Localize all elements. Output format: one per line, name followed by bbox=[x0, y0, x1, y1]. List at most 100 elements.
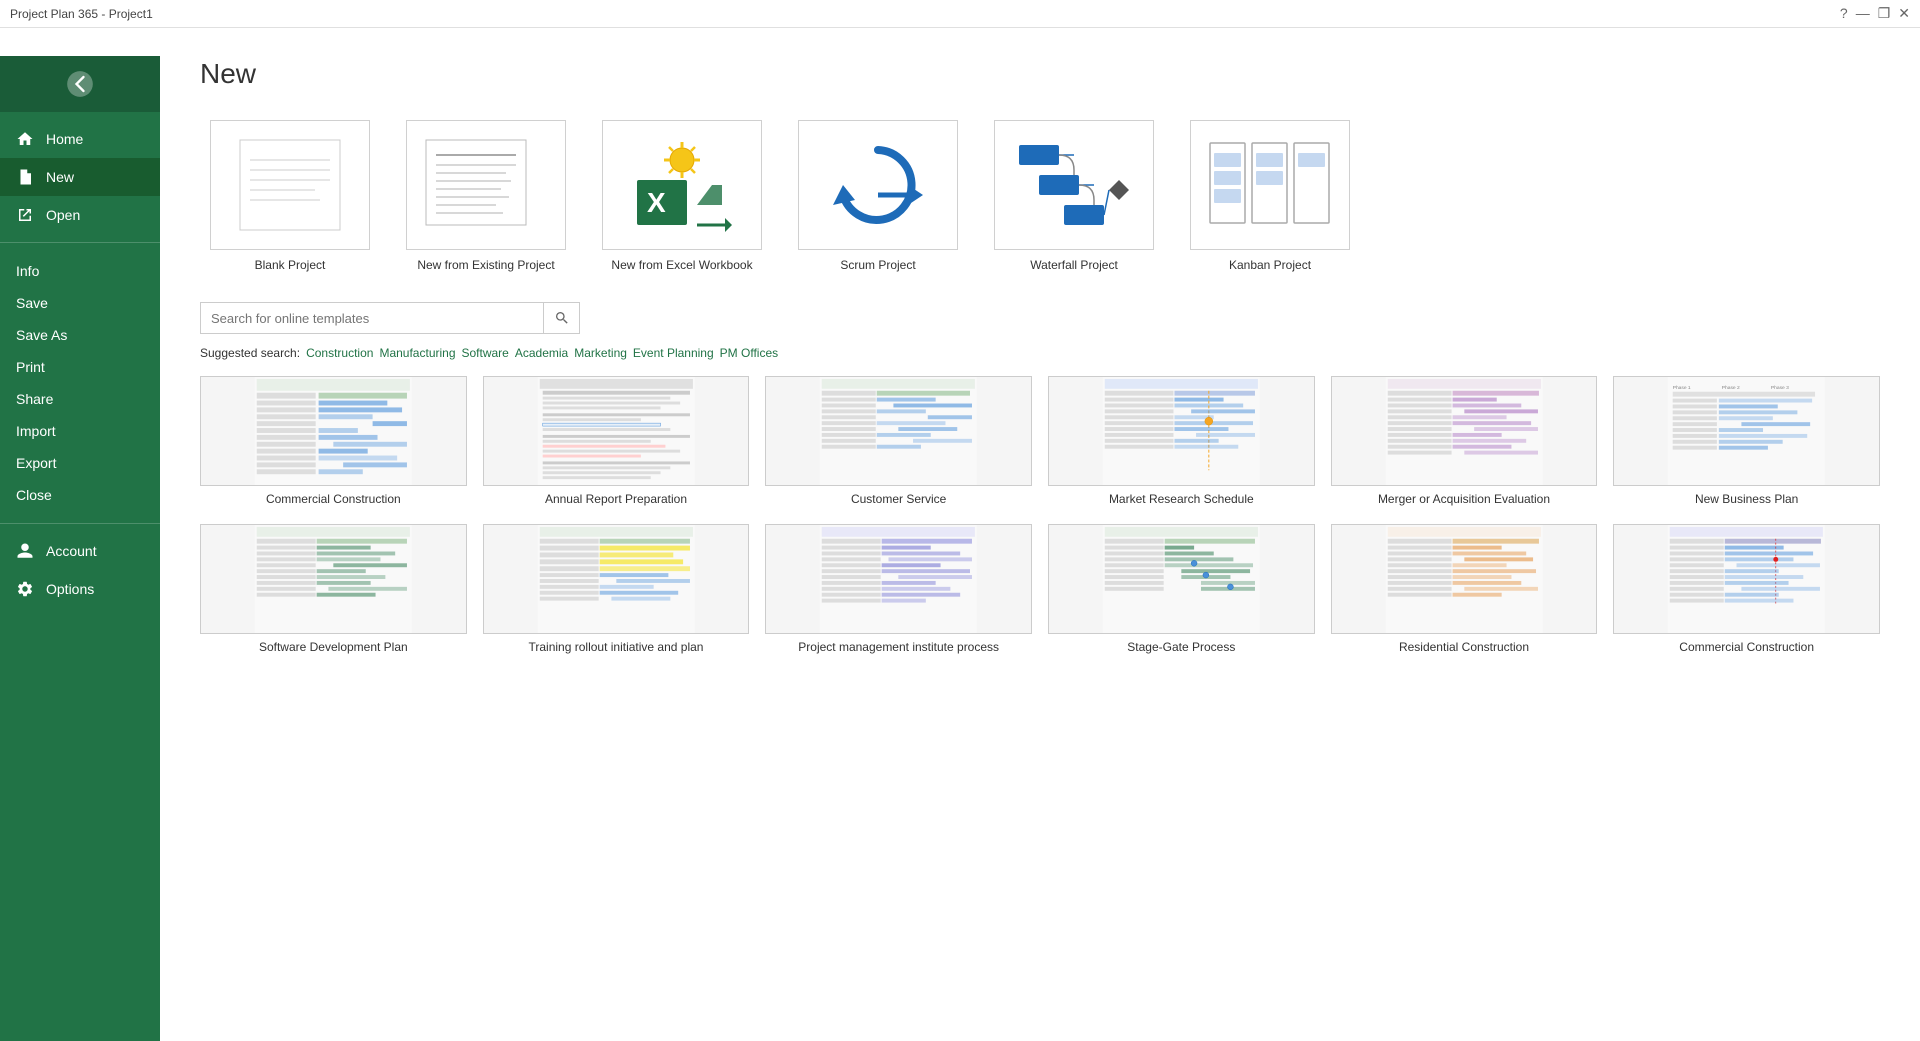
customer-service-preview bbox=[766, 377, 1031, 485]
grid-label-merger: Merger or Acquisition Evaluation bbox=[1378, 492, 1550, 508]
account-icon bbox=[16, 542, 34, 560]
back-button[interactable] bbox=[0, 56, 160, 112]
suggested-pm-offices[interactable]: PM Offices bbox=[720, 346, 778, 360]
grid-label-training: Training rollout initiative and plan bbox=[528, 640, 703, 656]
app-title: Project Plan 365 - Project1 bbox=[10, 7, 153, 21]
template-merger[interactable]: Merger or Acquisition Evaluation bbox=[1331, 376, 1598, 508]
sidebar-item-save-as[interactable]: Save As bbox=[0, 319, 160, 351]
training-rollout-preview bbox=[484, 525, 749, 633]
kanban-icon bbox=[1200, 128, 1340, 243]
pmi-process-preview bbox=[766, 525, 1031, 633]
options-icon bbox=[16, 580, 34, 598]
template-market-research[interactable]: Market Research Schedule bbox=[1048, 376, 1315, 508]
template-thumb-blank bbox=[210, 120, 370, 250]
sidebar-item-options[interactable]: Options bbox=[0, 570, 160, 608]
grid-thumb-merger bbox=[1331, 376, 1598, 486]
template-existing-project[interactable]: New from Existing Project bbox=[396, 120, 576, 272]
new-icon bbox=[16, 168, 34, 186]
template-annual-report[interactable]: Annual Report Preparation bbox=[483, 376, 750, 508]
template-thumb-kanban bbox=[1190, 120, 1350, 250]
svg-text:X: X bbox=[647, 187, 666, 218]
waterfall-icon bbox=[1009, 130, 1139, 240]
grid-label-pmi: Project management institute process bbox=[798, 640, 999, 656]
sidebar-divider-1 bbox=[0, 242, 160, 243]
sidebar-item-info[interactable]: Info bbox=[0, 255, 160, 287]
search-input[interactable] bbox=[201, 311, 543, 326]
grid-label-commercial-2: Commercial Construction bbox=[1679, 640, 1814, 656]
commercial-construction-2-preview bbox=[1614, 525, 1879, 633]
suggested-label: Suggested search: bbox=[200, 346, 300, 360]
home-icon bbox=[16, 130, 34, 148]
sidebar-bottom: Account Options bbox=[0, 532, 160, 608]
scrum-icon bbox=[813, 130, 943, 240]
sidebar-divider-2 bbox=[0, 523, 160, 524]
sidebar-item-home[interactable]: Home bbox=[0, 120, 160, 158]
close-button[interactable]: ✕ bbox=[1898, 5, 1910, 22]
suggested-event-planning[interactable]: Event Planning bbox=[633, 346, 714, 360]
template-software-dev[interactable]: Software Development Plan bbox=[200, 524, 467, 656]
market-research-preview bbox=[1049, 377, 1314, 485]
restore-button[interactable]: ❐ bbox=[1878, 5, 1891, 22]
suggested-marketing[interactable]: Marketing bbox=[574, 346, 627, 360]
sidebar-account-label: Account bbox=[46, 543, 97, 559]
new-business-preview: Phase 1 Phase 2 Phase 3 bbox=[1614, 377, 1879, 485]
grid-label-stage: Stage-Gate Process bbox=[1127, 640, 1235, 656]
suggested-software[interactable]: Software bbox=[462, 346, 509, 360]
annual-report-preview bbox=[484, 377, 749, 485]
grid-thumb-customer bbox=[765, 376, 1032, 486]
template-kanban-project[interactable]: Kanban Project bbox=[1180, 120, 1360, 272]
search-box bbox=[200, 302, 580, 334]
search-icon bbox=[554, 310, 570, 326]
suggested-construction[interactable]: Construction bbox=[306, 346, 373, 360]
sidebar-item-export[interactable]: Export bbox=[0, 447, 160, 479]
sidebar-item-save[interactable]: Save bbox=[0, 287, 160, 319]
template-thumb-scrum bbox=[798, 120, 958, 250]
sidebar-item-open[interactable]: Open bbox=[0, 196, 160, 234]
sidebar-item-new[interactable]: New bbox=[0, 158, 160, 196]
suggested-academia[interactable]: Academia bbox=[515, 346, 568, 360]
commercial-construction-preview bbox=[201, 377, 466, 485]
suggested-manufacturing[interactable]: Manufacturing bbox=[379, 346, 455, 360]
stage-gate-preview bbox=[1049, 525, 1314, 633]
title-bar: Project Plan 365 - Project1 ? — ❐ ✕ bbox=[0, 0, 1920, 28]
template-commercial-construction[interactable]: Commercial Construction bbox=[200, 376, 467, 508]
sidebar-item-print[interactable]: Print bbox=[0, 351, 160, 383]
grid-thumb-residential bbox=[1331, 524, 1598, 634]
template-stage-gate[interactable]: Stage-Gate Process bbox=[1048, 524, 1315, 656]
template-waterfall-project[interactable]: Waterfall Project bbox=[984, 120, 1164, 272]
svg-text:Phase 1: Phase 1 bbox=[1673, 385, 1691, 391]
template-commercial-construction-2[interactable]: Commercial Construction bbox=[1613, 524, 1880, 656]
sidebar-item-import[interactable]: Import bbox=[0, 415, 160, 447]
template-blank-label: Blank Project bbox=[255, 258, 326, 272]
sidebar-home-label: Home bbox=[46, 131, 83, 147]
search-button[interactable] bbox=[543, 303, 579, 333]
svg-text:Phase 2: Phase 2 bbox=[1722, 385, 1740, 391]
template-blank-project[interactable]: Blank Project bbox=[200, 120, 380, 272]
template-training-rollout[interactable]: Training rollout initiative and plan bbox=[483, 524, 750, 656]
template-waterfall-label: Waterfall Project bbox=[1030, 258, 1118, 272]
template-pmi-process[interactable]: Project management institute process bbox=[765, 524, 1032, 656]
template-scrum-project[interactable]: Scrum Project bbox=[788, 120, 968, 272]
minimize-button[interactable]: — bbox=[1856, 5, 1870, 22]
grid-label-market: Market Research Schedule bbox=[1109, 492, 1254, 508]
sidebar-item-account[interactable]: Account bbox=[0, 532, 160, 570]
grid-label-business: New Business Plan bbox=[1695, 492, 1798, 508]
residential-preview bbox=[1332, 525, 1597, 633]
template-excel-workbook[interactable]: X New from Excel Workbook bbox=[592, 120, 772, 272]
sidebar-nav: Home New Open Info Save Save As Print Sh… bbox=[0, 112, 160, 608]
template-thumb-waterfall bbox=[994, 120, 1154, 250]
template-customer-service[interactable]: Customer Service bbox=[765, 376, 1032, 508]
grid-label-commercial: Commercial Construction bbox=[266, 492, 401, 508]
sidebar-item-close[interactable]: Close bbox=[0, 479, 160, 511]
grid-thumb-pmi bbox=[765, 524, 1032, 634]
search-area bbox=[200, 302, 1880, 334]
suggested-searches: Suggested search: Construction Manufactu… bbox=[200, 346, 1880, 360]
help-button[interactable]: ? bbox=[1840, 5, 1848, 22]
sidebar: Home New Open Info Save Save As Print Sh… bbox=[0, 56, 160, 1041]
sidebar-item-share[interactable]: Share bbox=[0, 383, 160, 415]
template-new-business[interactable]: Phase 1 Phase 2 Phase 3 bbox=[1613, 376, 1880, 508]
window-controls: ? — ❐ ✕ bbox=[1840, 5, 1910, 22]
template-thumb-excel: X bbox=[602, 120, 762, 250]
template-residential[interactable]: Residential Construction bbox=[1331, 524, 1598, 656]
main-content: New Blank Project bbox=[160, 28, 1920, 1041]
